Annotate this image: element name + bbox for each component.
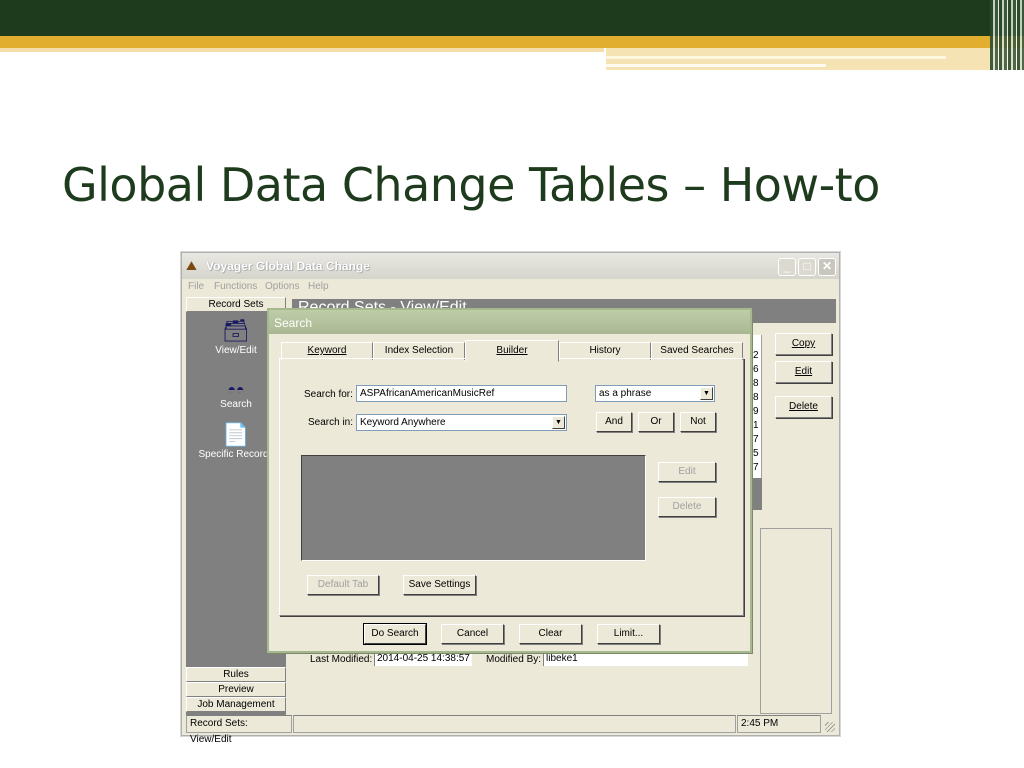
- chevron-down-icon[interactable]: ▼: [552, 416, 565, 429]
- tab-label: Saved Searches: [660, 345, 734, 356]
- tab-label: Builder: [496, 345, 528, 356]
- list-cell: 7: [753, 434, 759, 445]
- header-stripes: [990, 0, 1024, 70]
- query-delete-button[interactable]: Delete: [658, 497, 716, 517]
- copy-label: Copy: [791, 338, 816, 349]
- list-cell: 8: [753, 392, 759, 403]
- clear-button[interactable]: Clear: [519, 624, 582, 644]
- edit-button[interactable]: Edit: [775, 361, 832, 383]
- copy-button[interactable]: Copy: [775, 333, 832, 355]
- and-button[interactable]: And: [596, 412, 632, 432]
- limit-button[interactable]: Limit...: [597, 624, 660, 644]
- tab-job-management[interactable]: Job Management: [186, 697, 286, 712]
- save-settings-button[interactable]: Save Settings: [403, 575, 476, 595]
- query-edit-button[interactable]: Edit: [658, 462, 716, 482]
- close-button[interactable]: ✕: [818, 258, 836, 276]
- list-cell: 9: [753, 406, 759, 417]
- not-button[interactable]: Not: [680, 412, 716, 432]
- maximize-icon: □: [803, 259, 811, 273]
- resize-grip-icon[interactable]: [825, 722, 835, 732]
- status-message: [293, 715, 736, 733]
- match-option-value: as a phrase: [599, 388, 652, 399]
- details-panel: [760, 528, 832, 714]
- tab-label: History: [589, 345, 621, 356]
- close-icon: ✕: [821, 259, 833, 273]
- builder-page: Search for: ASPAfricanAmericanMusicRef a…: [279, 358, 744, 616]
- header-band-gold: [0, 36, 1024, 48]
- menu-file[interactable]: File: [188, 281, 204, 292]
- window-titlebar[interactable]: ⛰ Voyager Global Data Change _ □ ✕: [182, 253, 839, 279]
- tab-builder[interactable]: Builder: [465, 340, 559, 362]
- search-for-input[interactable]: ASPAfricanAmericanMusicRef: [356, 385, 567, 402]
- default-tab-button[interactable]: Default Tab: [307, 575, 379, 595]
- tab-rules[interactable]: Rules: [186, 667, 286, 682]
- do-search-button[interactable]: Do Search: [363, 623, 427, 645]
- header-band-green: [0, 0, 1024, 36]
- menu-bar: File Functions Options Help: [182, 279, 839, 297]
- chevron-down-icon[interactable]: ▼: [700, 387, 713, 400]
- menu-help[interactable]: Help: [308, 281, 329, 292]
- list-cell: 7: [753, 462, 759, 473]
- menu-options[interactable]: Options: [265, 281, 299, 292]
- maximize-button[interactable]: □: [798, 258, 816, 276]
- query-builder-area[interactable]: [301, 455, 646, 561]
- tab-label: Index Selection: [384, 345, 454, 356]
- tab-label: Keyword: [307, 345, 347, 356]
- header-band-line: [606, 56, 946, 59]
- modified-by-label: Modified By:: [486, 654, 542, 665]
- status-section: Record Sets: View/Edit: [186, 715, 292, 745]
- delete-button[interactable]: Delete: [775, 396, 832, 418]
- header-band-line: [606, 64, 826, 67]
- search-in-select[interactable]: Keyword Anywhere ▼: [356, 414, 567, 431]
- last-modified-label: Last Modified:: [310, 654, 373, 665]
- app-icon: ⛰: [186, 258, 197, 273]
- tab-preview[interactable]: Preview: [186, 682, 286, 697]
- list-cell: 6: [753, 364, 759, 375]
- match-option-select[interactable]: as a phrase ▼: [595, 385, 715, 402]
- delete-label: Delete: [789, 401, 818, 412]
- search-in-value: Keyword Anywhere: [360, 417, 446, 428]
- dialog-titlebar[interactable]: Search: [269, 310, 750, 334]
- search-dialog: Search Keyword Index Selection Builder H…: [267, 308, 752, 653]
- minimize-button[interactable]: _: [778, 258, 796, 276]
- modified-by-value: libeke1: [543, 652, 748, 666]
- list-cell: 1: [753, 420, 759, 431]
- status-bar: Record Sets: View/Edit 2:45 PM: [186, 715, 837, 745]
- minimize-icon: _: [783, 259, 791, 273]
- search-for-label: Search for:: [304, 389, 353, 400]
- last-modified-value: 2014-04-25 14:38:57: [374, 652, 472, 666]
- edit-label: Edit: [794, 366, 813, 377]
- modified-row: Last Modified: 2014-04-25 14:38:57 Modif…: [306, 651, 748, 669]
- cancel-button[interactable]: Cancel: [441, 624, 504, 644]
- list-cell: 8: [753, 378, 759, 389]
- window-title: Voyager Global Data Change: [206, 259, 370, 273]
- list-cell: 2: [753, 350, 759, 361]
- list-cell: 5: [753, 448, 759, 459]
- header-band-pale: [0, 48, 604, 52]
- menu-functions[interactable]: Functions: [214, 281, 257, 292]
- status-time: 2:45 PM: [737, 715, 821, 733]
- slide-title: Global Data Change Tables – How-to: [62, 158, 880, 212]
- search-in-label: Search in:: [308, 417, 354, 428]
- dialog-title: Search: [274, 316, 313, 330]
- or-button[interactable]: Or: [638, 412, 674, 432]
